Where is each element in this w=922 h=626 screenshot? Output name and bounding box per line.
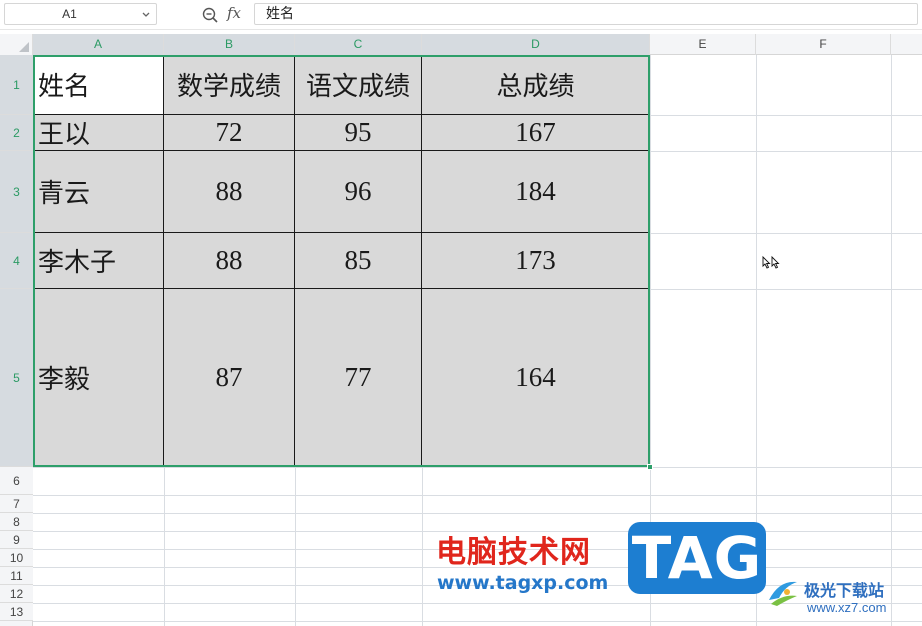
cell-c3[interactable]: 96	[295, 151, 422, 233]
watermark-site-url: www.tagxp.com	[437, 572, 609, 594]
row-header-10[interactable]: 10	[0, 549, 33, 567]
cell-a1[interactable]: 姓名	[33, 55, 164, 115]
aurora-logo-icon	[769, 581, 797, 606]
chevron-down-icon[interactable]	[140, 8, 152, 20]
row-header-4[interactable]: 4	[0, 233, 33, 289]
watermark-tag-badge: TAG	[628, 522, 766, 594]
row-header-6[interactable]: 6	[0, 467, 33, 495]
row-header-11[interactable]: 11	[0, 567, 33, 585]
column-header-f[interactable]: F	[756, 34, 891, 55]
watermark-partner-name: 极光下载站	[804, 581, 885, 600]
row-header-9[interactable]: 9	[0, 531, 33, 549]
resize-cursor-icon	[762, 255, 780, 269]
cell-c2[interactable]: 95	[295, 115, 422, 151]
cell-b1[interactable]: 数学成绩	[164, 55, 295, 115]
cell-d1[interactable]: 总成绩	[422, 55, 650, 115]
cell-d2[interactable]: 167	[422, 115, 650, 151]
cell-c1[interactable]: 语文成绩	[295, 55, 422, 115]
formula-input[interactable]: 姓名	[254, 3, 918, 25]
watermark-partner-url: www.xz7.com	[807, 600, 887, 615]
cell-b4[interactable]: 88	[164, 233, 295, 289]
cell-a5[interactable]: 李毅	[33, 289, 164, 467]
column-header-a[interactable]: A	[33, 34, 164, 55]
watermark-site-name: 电脑技术网	[436, 535, 591, 570]
zoom-out-icon[interactable]	[201, 6, 219, 24]
column-header-c[interactable]: C	[295, 34, 422, 55]
cell-b5[interactable]: 87	[164, 289, 295, 467]
column-header-d[interactable]: D	[422, 34, 650, 55]
cell-b3[interactable]: 88	[164, 151, 295, 233]
column-header-e[interactable]: E	[650, 34, 756, 55]
cell-d5[interactable]: 164	[422, 289, 650, 467]
cell-a3[interactable]: 青云	[33, 151, 164, 233]
cell-c5[interactable]: 77	[295, 289, 422, 467]
column-header-b[interactable]: B	[164, 34, 295, 55]
cell-c4[interactable]: 85	[295, 233, 422, 289]
row-header-8[interactable]: 8	[0, 513, 33, 531]
row-header-12[interactable]: 12	[0, 585, 33, 603]
cell-a2[interactable]: 王以	[33, 115, 164, 151]
fill-handle[interactable]	[647, 464, 653, 470]
row-header-2[interactable]: 2	[0, 115, 33, 151]
formula-bar: A1 fx 姓名	[0, 0, 922, 30]
row-header-5[interactable]: 5	[0, 289, 33, 467]
row-header-13[interactable]: 13	[0, 603, 33, 621]
row-header-1[interactable]: 1	[0, 55, 33, 115]
insert-function-button[interactable]: fx	[227, 4, 241, 22]
row-header-7[interactable]: 7	[0, 495, 33, 513]
cell-d4[interactable]: 173	[422, 233, 650, 289]
row-header-3[interactable]: 3	[0, 151, 33, 233]
formula-value: 姓名	[266, 6, 294, 22]
cell-a4[interactable]: 李木子	[33, 233, 164, 289]
name-box-value: A1	[62, 7, 77, 21]
column-header-row: A B C D E F	[0, 34, 922, 55]
cell-d3[interactable]: 184	[422, 151, 650, 233]
select-all-button[interactable]	[0, 34, 33, 55]
name-box[interactable]: A1	[4, 3, 157, 25]
cell-b2[interactable]: 72	[164, 115, 295, 151]
